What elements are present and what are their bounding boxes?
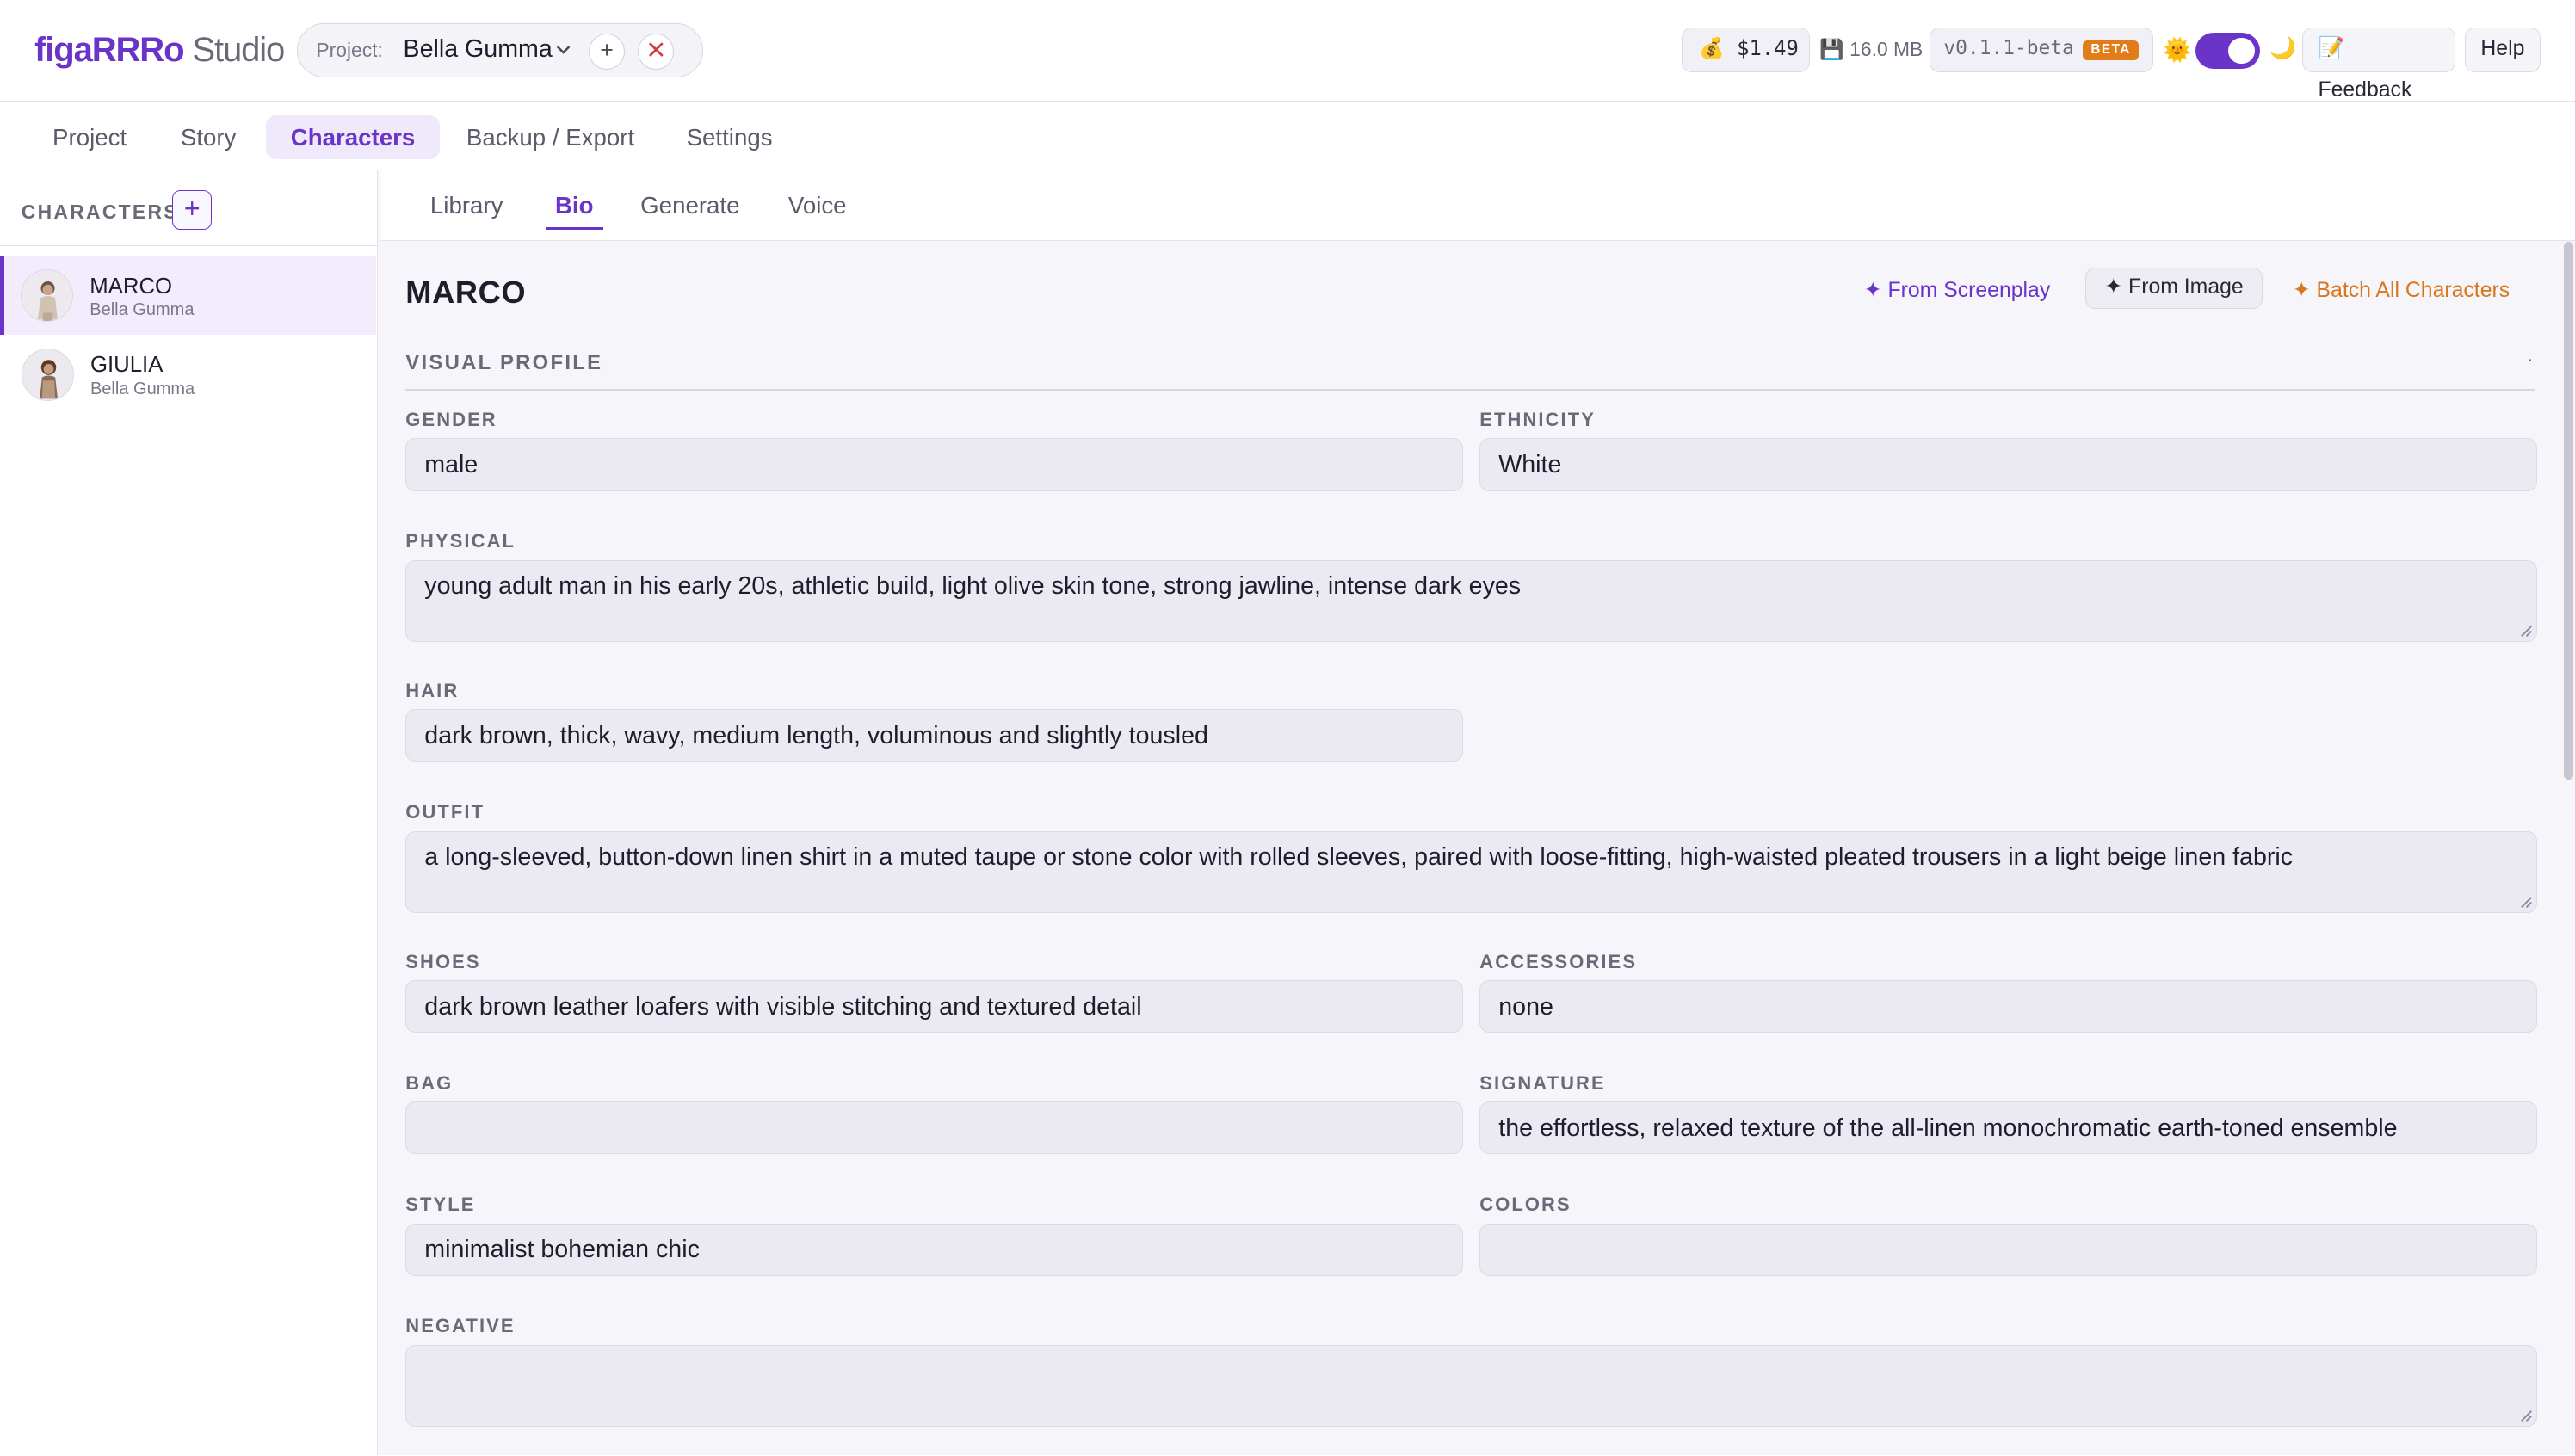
add-character-button[interactable]: +	[172, 190, 213, 231]
visual-profile-heading: VISUAL PROFILE	[405, 351, 603, 375]
subtab-voice[interactable]: Voice	[778, 192, 856, 230]
gender-field[interactable]: male	[405, 438, 1464, 491]
negative-textarea[interactable]	[405, 1344, 2538, 1428]
project-selector[interactable]: Project: Bella Gumma + ✕	[297, 22, 703, 77]
app-window: figaRRRo Studio Project: Bella Gumma + ✕…	[0, 0, 2575, 1455]
main-nav: Project Story Characters Backup / Export…	[0, 102, 2575, 171]
colors-field[interactable]	[1479, 1223, 2538, 1276]
subtab-bio[interactable]: Bio	[545, 192, 603, 231]
character-project: Bella Gumma	[90, 379, 195, 398]
physical-text: young adult man in his early 20s, athlet…	[424, 572, 1522, 601]
signature-label: SIGNATURE	[1479, 1072, 1606, 1095]
hair-field[interactable]: dark brown, thick, wavy, medium length, …	[405, 709, 1464, 762]
character-item-marco[interactable]: MARCO Bella Gumma	[0, 256, 376, 336]
characters-sidebar: CHARACTERS + MARCO Bella Gumma GIULIA Be…	[0, 170, 378, 1455]
version-text: v0.1.1-beta	[1943, 37, 2074, 60]
top-bar: figaRRRo Studio Project: Bella Gumma + ✕…	[0, 0, 2575, 102]
subtab-library[interactable]: Library	[420, 192, 512, 230]
resize-handle-icon[interactable]	[2518, 623, 2533, 638]
project-label: Project:	[316, 38, 383, 61]
physical-label: PHYSICAL	[405, 530, 516, 552]
tab-backup-export[interactable]: Backup / Export	[442, 115, 658, 160]
avatar	[21, 268, 74, 322]
ethnicity-label: ETHNICITY	[1479, 409, 1596, 431]
bio-panel: MARCO ✦ From Screenplay ✦ From Image ✦ B…	[379, 241, 2575, 1455]
from-screenplay-button[interactable]: ✦ From Screenplay	[1864, 277, 2050, 303]
outfit-label: OUTFIT	[405, 801, 485, 824]
style-label: STYLE	[405, 1194, 476, 1216]
section-dot: ·	[2527, 351, 2534, 370]
character-project: Bella Gumma	[90, 300, 195, 320]
chevron-down-icon[interactable]	[556, 42, 571, 57]
app-logo: figaRRRo Studio	[34, 31, 285, 70]
bag-field[interactable]	[405, 1101, 1464, 1155]
negative-label: NEGATIVE	[405, 1315, 516, 1337]
subtab-generate[interactable]: Generate	[631, 192, 750, 230]
add-project-button[interactable]: +	[589, 34, 626, 71]
beta-badge: BETA	[2082, 40, 2140, 60]
tab-project[interactable]: Project	[28, 115, 151, 160]
sidebar-title: CHARACTERS	[21, 200, 179, 223]
signature-field[interactable]: the effortless, relaxed texture of the a…	[1479, 1101, 2538, 1155]
avatar	[21, 348, 74, 401]
gender-label: GENDER	[405, 409, 497, 431]
toggle-knob	[2228, 37, 2255, 65]
character-name: GIULIA	[90, 353, 164, 378]
content-scrollbar[interactable]	[2561, 241, 2575, 1455]
style-field[interactable]: minimalist bohemian chic	[405, 1223, 1464, 1276]
character-title: MARCO	[405, 274, 527, 310]
storage-usage: 💾 16.0 MB	[1819, 37, 1924, 60]
shoes-label: SHOES	[405, 950, 481, 972]
resize-handle-icon[interactable]	[2518, 1408, 2533, 1422]
scrollbar-thumb[interactable]	[2563, 241, 2574, 780]
bag-label: BAG	[405, 1072, 454, 1095]
theme-toggle[interactable]	[2195, 33, 2260, 70]
character-item-giulia[interactable]: GIULIA Bella Gumma	[0, 335, 376, 414]
accessories-field[interactable]: none	[1479, 980, 2538, 1033]
tab-story[interactable]: Story	[156, 115, 261, 160]
project-name[interactable]: Bella Gumma	[403, 35, 552, 64]
character-subtabs: Library Bio Generate Voice	[379, 170, 2575, 242]
ethnicity-field[interactable]: White	[1479, 438, 2538, 491]
outfit-textarea[interactable]: a long-sleeved, button-down linen shirt …	[405, 830, 2538, 913]
character-name: MARCO	[90, 274, 173, 299]
close-project-button[interactable]: ✕	[638, 34, 675, 71]
hair-label: HAIR	[405, 679, 460, 701]
colors-label: COLORS	[1479, 1194, 1572, 1216]
sun-icon: 🌞	[2163, 36, 2192, 63]
from-image-button[interactable]: ✦ From Image	[2085, 268, 2263, 309]
batch-all-characters-button[interactable]: ✦ Batch All Characters	[2293, 277, 2510, 303]
tab-characters[interactable]: Characters	[266, 114, 440, 160]
cost-badge: 💰 $1.49	[1681, 28, 1810, 72]
resize-handle-icon[interactable]	[2518, 894, 2533, 909]
sidebar-header: CHARACTERS +	[0, 170, 378, 247]
tab-settings[interactable]: Settings	[662, 115, 797, 160]
accessories-label: ACCESSORIES	[1479, 950, 1638, 972]
physical-textarea[interactable]: young adult man in his early 20s, athlet…	[405, 559, 2538, 643]
feedback-button[interactable]: 📝 Feedback	[2302, 28, 2455, 102]
help-button[interactable]: Help	[2465, 28, 2541, 72]
outfit-text: a long-sleeved, button-down linen shirt …	[424, 842, 2294, 871]
version-badge: v0.1.1-beta BETA	[1930, 28, 2153, 72]
moon-icon: 🌙	[2269, 36, 2297, 60]
section-divider	[405, 389, 2536, 392]
shoes-field[interactable]: dark brown leather loafers with visible …	[405, 980, 1464, 1033]
